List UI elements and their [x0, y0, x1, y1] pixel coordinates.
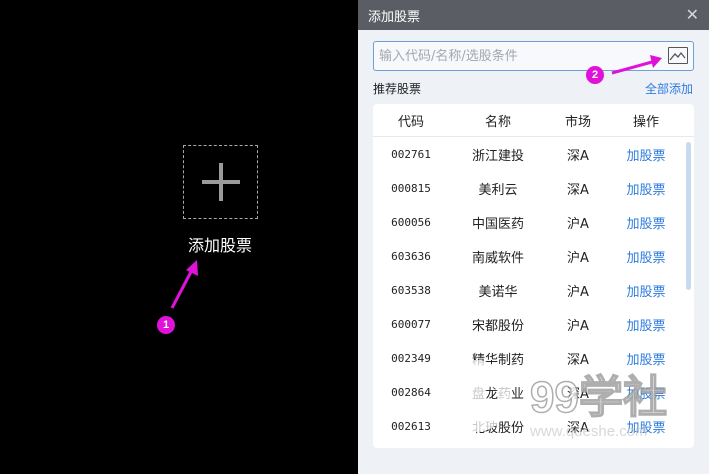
step-badge-one: 1: [157, 316, 175, 334]
stock-name: 南威软件: [471, 250, 524, 266]
add-stock-label[interactable]: 添加股票: [170, 232, 270, 256]
stock-code: 603538: [391, 283, 431, 297]
watermark-brand: 99学社: [530, 373, 667, 422]
table-header: 代码 名称 市场 操作: [373, 104, 694, 137]
stock-market: 沪A: [567, 250, 589, 266]
table-row: 603636 南威软件 沪A 加股票: [373, 239, 694, 273]
plus-icon: [201, 163, 240, 201]
add-stock-button[interactable]: 加股票: [609, 315, 683, 334]
add-stock-button[interactable]: 加股票: [609, 179, 683, 198]
left-pane: 添加股票: [0, 0, 358, 474]
column-header-market: 市场: [564, 114, 591, 130]
add-stock-button[interactable]: 加股票: [609, 281, 683, 300]
dialog-titlebar: 添加股票 ✕: [358, 0, 709, 30]
column-header-action: 操作: [632, 114, 659, 130]
table-row: 600077 宋都股份 沪A 加股票: [373, 307, 694, 341]
table-row: 603538 美诺华 沪A 加股票: [373, 273, 694, 307]
watermark-url: www.queshe.com: [529, 423, 648, 440]
table-scrollbar[interactable]: [686, 142, 691, 290]
add-all-link[interactable]: 全部添加: [645, 80, 693, 97]
step-badge-two: 2: [586, 66, 604, 84]
image-search-icon[interactable]: [668, 47, 688, 64]
table-row: 000815 美利云 深A 加股票: [373, 171, 694, 205]
add-stock-tile[interactable]: [183, 145, 258, 219]
watermark: 99学社 www.queshe.com: [430, 348, 700, 448]
add-stock-button[interactable]: 加股票: [609, 213, 683, 232]
stock-code: 600056: [391, 215, 431, 229]
stock-code: 002761: [391, 147, 431, 161]
stock-name: 浙江建投: [471, 148, 524, 164]
stock-name: 美利云: [478, 182, 518, 198]
search-box: [373, 41, 694, 71]
stock-name: 美诺华: [478, 284, 518, 300]
stock-name: 中国医药: [471, 216, 524, 232]
stock-market: 沪A: [567, 216, 589, 232]
stock-name: 宋都股份: [471, 318, 524, 334]
stock-market: 深A: [567, 182, 589, 198]
close-icon[interactable]: ✕: [686, 7, 699, 23]
add-stock-button[interactable]: 加股票: [609, 247, 683, 266]
recommended-title: 推荐股票: [373, 82, 422, 96]
stock-code: 000815: [391, 181, 431, 195]
dialog-title: 添加股票: [368, 9, 421, 25]
table-row: 002761 浙江建投 深A 加股票: [373, 137, 694, 171]
stock-market: 沪A: [567, 318, 589, 334]
column-header-name: 名称: [484, 114, 511, 130]
watermark-logo-icon: 99学社 www.queshe.com: [439, 360, 668, 440]
add-stock-button[interactable]: 加股票: [609, 145, 683, 164]
search-input[interactable]: [374, 42, 654, 70]
stock-code: 600077: [391, 317, 431, 331]
stock-market: 深A: [567, 148, 589, 164]
stock-market: 沪A: [567, 284, 589, 300]
stock-code: 603636: [391, 249, 431, 263]
table-row: 600056 中国医药 沪A 加股票: [373, 205, 694, 239]
column-header-code: 代码: [397, 114, 424, 130]
